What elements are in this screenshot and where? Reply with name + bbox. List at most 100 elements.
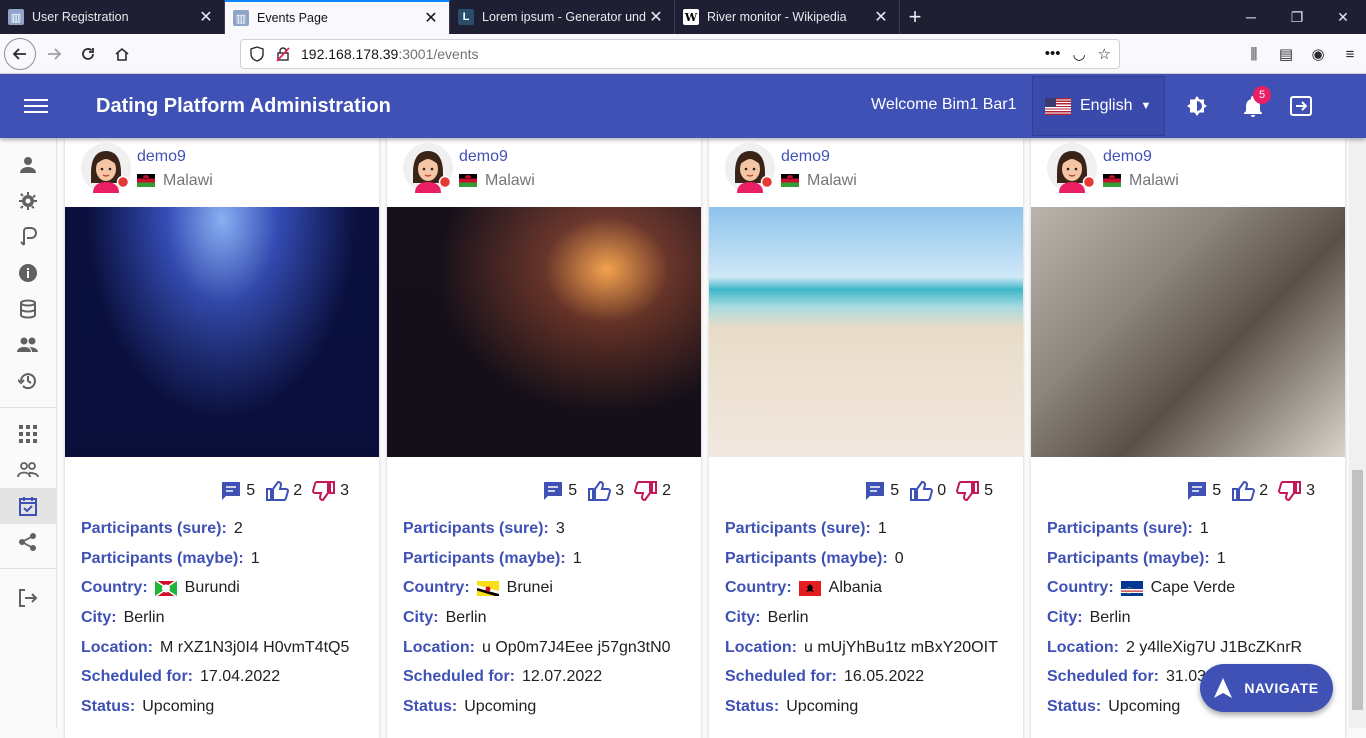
back-arrow-icon[interactable] [4,37,36,70]
bookmark-star-icon[interactable]: ☆ [1098,45,1111,63]
comment-icon[interactable] [1186,480,1208,502]
sidebar-item-share[interactable] [16,530,40,554]
browser-tab-events-page[interactable]: ▥ Events Page ✕ [225,0,450,34]
country-value: Albania [828,579,883,597]
event-image[interactable] [387,207,701,457]
close-window-icon[interactable]: ✕ [1320,0,1366,34]
welcome-text: Welcome Bim1 Bar1 [871,96,1017,113]
thumb-up-icon[interactable] [909,480,934,502]
payment-icon [20,227,37,246]
dislike-count: 3 [340,482,349,499]
event-card[interactable]: demo9 Malawi 5 2 3 Participants (sure): 1… [1031,138,1345,738]
sidebar-item-events[interactable] [16,494,40,518]
field-label: Location: [1047,638,1119,656]
thumb-down-icon[interactable] [312,480,336,502]
status-value: Upcoming [786,697,859,715]
restore-icon[interactable]: ❐ [1274,0,1320,34]
thumb-down-icon[interactable] [956,480,980,502]
avatar[interactable] [81,143,131,193]
comment-icon[interactable] [542,480,564,502]
menu-icon[interactable] [24,99,48,113]
reload-icon[interactable] [72,38,104,70]
close-tab-icon[interactable]: ✕ [196,7,216,27]
card-header: demo9 Malawi [65,138,379,207]
account-icon[interactable]: ◉ [1302,38,1334,70]
forward-arrow-icon[interactable] [38,38,70,70]
owner-country: Malawi [1129,172,1179,189]
event-image[interactable] [1031,207,1345,457]
event-card[interactable]: demo9 Malawi 5 3 2 Participants (sure): 3… [387,138,701,738]
sidebar-item-apps[interactable] [16,422,40,446]
participants-sure-row: Participants (sure): 2 [81,514,349,544]
sidebar-toggle-icon[interactable]: ▤ [1270,38,1302,70]
event-image[interactable] [709,207,1023,457]
malawi-flag-icon [137,174,155,187]
participants-maybe-row: Participants (maybe): 0 [725,544,998,574]
address-bar[interactable]: 192.168.178.39:3001/events ••• ◡ ☆ [240,39,1120,69]
page-scrollbar[interactable] [1349,138,1366,728]
owner-username[interactable]: demo9 [1103,148,1152,166]
scrollbar-thumb[interactable] [1352,470,1363,710]
field-label: Country: [403,579,470,597]
browser-nav-bar: 192.168.178.39:3001/events ••• ◡ ☆ ⫼ ▤ ◉… [0,34,1366,74]
browser-tab-user-registration[interactable]: ▥ User Registration ✕ [0,0,225,34]
sidebar-item-info[interactable] [16,261,40,285]
language-select[interactable]: English ▼ [1032,76,1165,136]
participants-maybe-value: 1 [1216,549,1226,567]
logout-icon[interactable] [1289,94,1313,118]
avatar[interactable] [725,143,775,193]
owner-username[interactable]: demo9 [459,148,508,166]
sidebar-item-settings[interactable] [16,189,40,213]
owner-username[interactable]: demo9 [137,148,186,166]
close-tab-icon[interactable]: ✕ [646,7,666,27]
thumb-down-icon[interactable] [634,480,658,502]
event-card[interactable]: demo9 Malawi 5 2 3 Participants (sure): 2… [65,138,379,738]
notification-badge: 5 [1253,86,1271,104]
sidebar-item-groups[interactable] [16,458,40,482]
close-tab-icon[interactable]: ✕ [421,8,441,28]
location-row: Location: u mUjYhBu1tz mBxY20OIT [725,633,998,663]
like-count: 2 [293,482,303,499]
minimize-icon[interactable]: ─ [1228,0,1274,34]
field-label: City: [1047,608,1083,626]
sidebar-item-database[interactable] [16,297,40,321]
sidebar-item-payments[interactable] [16,225,40,249]
insecure-lock-icon[interactable] [275,46,291,62]
participants-maybe-value: 1 [250,549,260,567]
theme-toggle-icon[interactable] [1185,94,1209,118]
country-value: Cape Verde [1150,579,1236,597]
sidebar-item-users[interactable] [16,333,40,357]
thumb-up-icon[interactable] [1231,480,1256,502]
browser-tab-lorem-ipsum[interactable]: L Lorem ipsum - Generator und I ✕ [450,0,675,34]
avatar[interactable] [1047,143,1097,193]
avatar[interactable] [403,143,453,193]
more-actions-icon[interactable]: ••• [1045,45,1061,63]
browser-tab-river-monitor[interactable]: W River monitor - Wikipedia ✕ [675,0,900,34]
notifications-button[interactable]: 5 [1241,86,1271,118]
shield-icon[interactable] [249,46,265,62]
close-tab-icon[interactable]: ✕ [871,7,891,27]
sidebar-item-profile[interactable] [16,153,40,177]
scheduled-value: 16.05.2022 [844,668,925,686]
city-value: Berlin [445,608,487,626]
owner-username[interactable]: demo9 [781,148,830,166]
location-value: u mUjYhBu1tz mBxY20OIT [804,638,998,656]
participants-maybe-value: 0 [894,549,904,567]
pocket-icon[interactable]: ◡ [1072,45,1085,63]
sidebar-item-logout[interactable] [16,586,40,610]
event-image[interactable] [65,207,379,457]
thumb-up-icon[interactable] [265,480,290,502]
home-icon[interactable] [106,38,138,70]
comment-icon[interactable] [220,480,242,502]
new-tab-button[interactable]: + [900,0,930,34]
card-header: demo9 Malawi [709,138,1023,207]
thumb-up-icon[interactable] [587,480,612,502]
comment-icon[interactable] [864,480,886,502]
sidebar-item-history[interactable] [16,369,40,393]
navigate-fab[interactable]: NAVIGATE [1200,664,1333,712]
scheduled-row: Scheduled for: 16.05.2022 [725,662,998,692]
thumb-down-icon[interactable] [1278,480,1302,502]
event-card[interactable]: demo9 Malawi 5 0 5 Participants (sure): 1… [709,138,1023,738]
library-icon[interactable]: ⫼ [1238,38,1270,70]
app-menu-icon[interactable]: ≡ [1334,38,1366,70]
